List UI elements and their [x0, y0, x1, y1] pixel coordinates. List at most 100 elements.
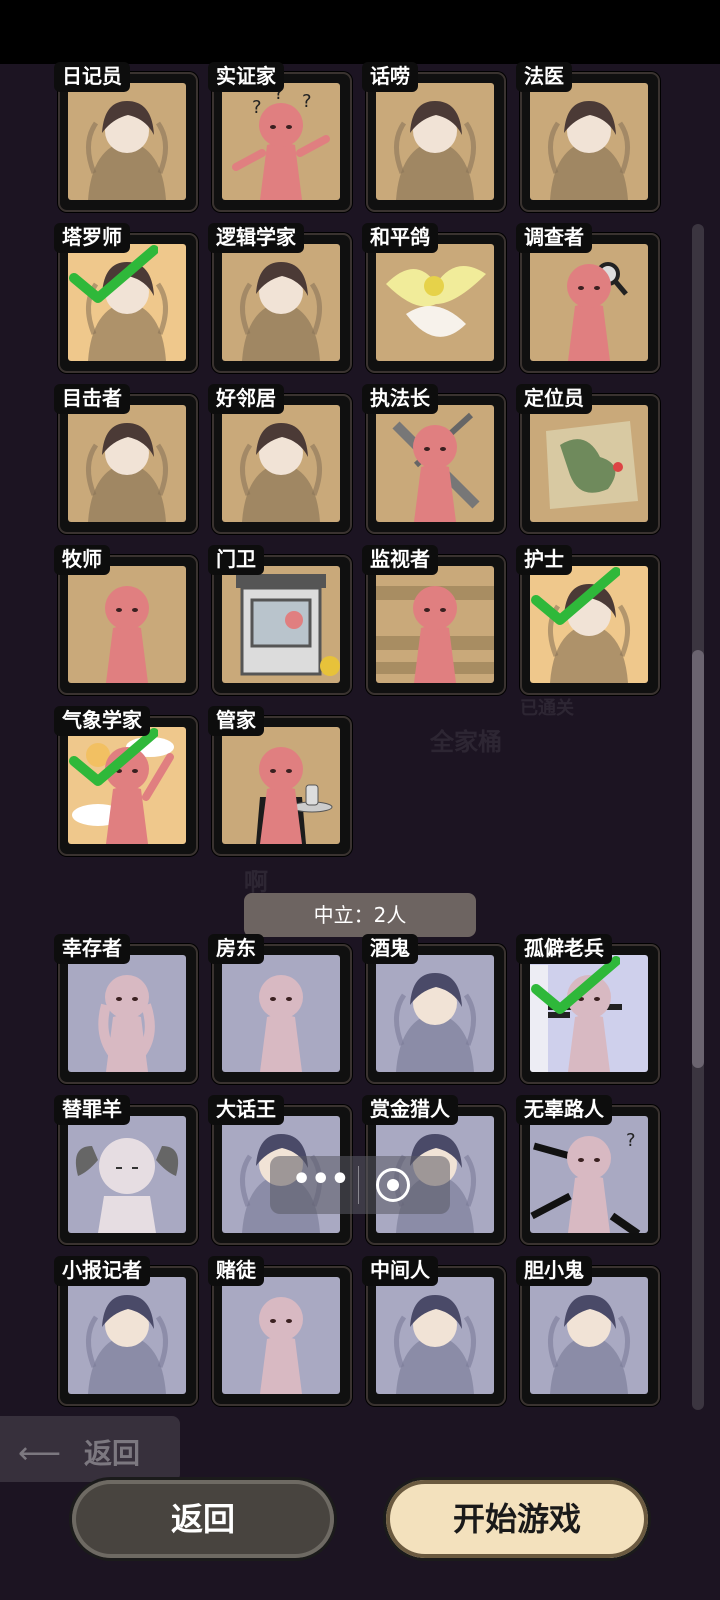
role-name-label: 和平鸽: [362, 223, 438, 253]
role-card[interactable]: 调查者: [516, 223, 660, 373]
cleared-check-icon: [531, 956, 620, 1014]
status-bar: [0, 0, 720, 64]
role-card[interactable]: 气象学家: [54, 706, 198, 856]
role-card[interactable]: 小报记者: [54, 1256, 198, 1406]
role-name-label: 话唠: [362, 62, 418, 92]
role-card[interactable]: 和平鸽: [362, 223, 506, 373]
role-name-label: 酒鬼: [362, 934, 418, 964]
role-portrait: [530, 405, 648, 522]
role-name-label: 实证家: [208, 62, 284, 92]
role-portrait: [376, 405, 494, 522]
role-portrait: [222, 727, 340, 844]
role-portrait: [68, 405, 186, 522]
role-card[interactable]: 酒鬼: [362, 934, 506, 1084]
role-card[interactable]: 幸存者: [54, 934, 198, 1084]
role-card[interactable]: ? 无辜路人: [516, 1095, 660, 1245]
more-icon[interactable]: •••: [292, 1162, 350, 1197]
role-card[interactable]: 好邻居: [208, 384, 352, 534]
floating-mini-control[interactable]: •••: [270, 1156, 450, 1214]
role-name-label: 气象学家: [54, 706, 150, 736]
role-name-label: 逻辑学家: [208, 223, 304, 253]
role-card[interactable]: 替罪羊: [54, 1095, 198, 1245]
role-card[interactable]: 塔罗师: [54, 223, 198, 373]
role-name-label: 赌徒: [208, 1256, 264, 1286]
role-card[interactable]: 门卫: [208, 545, 352, 695]
role-name-label: 监视者: [362, 545, 438, 575]
role-portrait: [68, 244, 186, 361]
role-name-label: 塔罗师: [54, 223, 130, 253]
role-card[interactable]: 孤僻老兵: [516, 934, 660, 1084]
role-card[interactable]: 法医: [516, 62, 660, 212]
role-portrait: [68, 955, 186, 1072]
role-card[interactable]: 话唠: [362, 62, 506, 212]
close-target-icon[interactable]: [376, 1168, 410, 1202]
role-portrait: [530, 566, 648, 683]
role-portrait: [530, 83, 648, 200]
role-portrait: [376, 244, 494, 361]
cleared-check-icon: [69, 245, 158, 303]
role-name-label: 执法长: [362, 384, 438, 414]
role-name-label: 法医: [516, 62, 572, 92]
role-portrait: [530, 244, 648, 361]
role-portrait: [222, 405, 340, 522]
role-card[interactable]: 日记员: [54, 62, 198, 212]
role-portrait: [68, 83, 186, 200]
role-portrait: [222, 955, 340, 1072]
role-portrait: [376, 1277, 494, 1394]
role-card[interactable]: 中间人: [362, 1256, 506, 1406]
role-portrait: [376, 566, 494, 683]
role-name-label: 管家: [208, 706, 264, 736]
role-card[interactable]: 逻辑学家: [208, 223, 352, 373]
bg-level-title-2: 啊: [244, 868, 268, 896]
role-card[interactable]: 目击者: [54, 384, 198, 534]
cleared-check-icon: [531, 567, 620, 625]
svg-text:?: ?: [302, 91, 312, 112]
divider: [358, 1166, 359, 1204]
start-game-button[interactable]: 开始游戏: [386, 1480, 648, 1558]
role-card[interactable]: 管家: [208, 706, 352, 856]
role-portrait: ? ? ?: [222, 83, 340, 200]
role-portrait: [530, 1277, 648, 1394]
role-name-label: 胆小鬼: [516, 1256, 592, 1286]
role-portrait: [376, 83, 494, 200]
role-portrait: [222, 244, 340, 361]
bg-cleared-badge: 已通关: [520, 698, 574, 719]
role-card[interactable]: 牧师: [54, 545, 198, 695]
role-card[interactable]: 监视者: [362, 545, 506, 695]
role-name-label: 调查者: [516, 223, 592, 253]
role-portrait: [376, 955, 494, 1072]
role-name-label: 孤僻老兵: [516, 934, 612, 964]
role-card[interactable]: 胆小鬼: [516, 1256, 660, 1406]
role-card[interactable]: 护士: [516, 545, 660, 695]
cleared-check-icon: [69, 728, 158, 786]
svg-text:?: ?: [252, 97, 262, 118]
role-name-label: 护士: [516, 545, 572, 575]
role-name-label: 房东: [208, 934, 264, 964]
svg-text:?: ?: [626, 1130, 636, 1151]
role-name-label: 日记员: [54, 62, 130, 92]
role-name-label: 好邻居: [208, 384, 284, 414]
role-card[interactable]: 定位员: [516, 384, 660, 534]
role-portrait: [68, 727, 186, 844]
role-portrait: [68, 1116, 186, 1233]
role-name-label: 替罪羊: [54, 1095, 130, 1125]
role-portrait: [222, 1277, 340, 1394]
back-button[interactable]: 返回: [72, 1480, 334, 1558]
scrollbar-thumb[interactable]: [692, 650, 704, 1068]
role-name-label: 无辜路人: [516, 1095, 612, 1125]
role-name-label: 中间人: [362, 1256, 438, 1286]
role-name-label: 小报记者: [54, 1256, 150, 1286]
role-name-label: 牧师: [54, 545, 110, 575]
role-name-label: 目击者: [54, 384, 130, 414]
arrow-left-icon: ⟵: [18, 1436, 62, 1471]
neutral-count-header: 中立：2人: [244, 893, 476, 937]
role-card[interactable]: 赌徒: [208, 1256, 352, 1406]
role-portrait: [222, 566, 340, 683]
role-name-label: 赏金猎人: [362, 1095, 458, 1125]
role-portrait: [68, 1277, 186, 1394]
role-card[interactable]: 房东: [208, 934, 352, 1084]
role-card[interactable]: 执法长: [362, 384, 506, 534]
background-back-button: ⟵ 返回: [0, 1416, 180, 1482]
role-name-label: 幸存者: [54, 934, 130, 964]
role-card[interactable]: ? ? ? 实证家: [208, 62, 352, 212]
